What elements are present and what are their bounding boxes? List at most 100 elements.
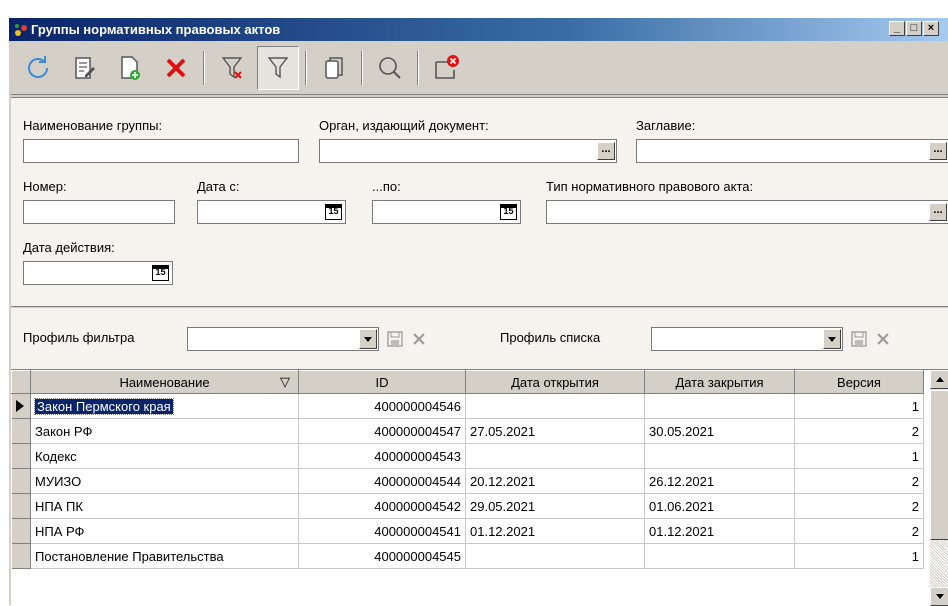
cell-open-date[interactable]: 20.12.2021 bbox=[465, 468, 645, 494]
title-input[interactable]: ... bbox=[636, 139, 948, 163]
cell-close-date[interactable] bbox=[644, 393, 795, 419]
delete-profile-icon[interactable] bbox=[412, 332, 426, 346]
cell-close-date[interactable]: 01.12.2021 bbox=[644, 518, 795, 544]
copy-button[interactable] bbox=[313, 46, 355, 90]
cell-id[interactable]: 400000004541 bbox=[298, 518, 466, 544]
cell-version[interactable]: 1 bbox=[794, 443, 924, 469]
dropdown-button[interactable] bbox=[823, 329, 841, 349]
column-header-open-date[interactable]: Дата открытия bbox=[465, 370, 645, 394]
cell-name[interactable]: Постановление Правительства bbox=[30, 543, 299, 569]
group-name-input[interactable] bbox=[23, 139, 299, 163]
cell-version[interactable]: 1 bbox=[794, 543, 924, 569]
title-select-button[interactable]: ... bbox=[929, 142, 947, 160]
delete-profile-icon[interactable] bbox=[876, 332, 890, 346]
scroll-up-button[interactable] bbox=[930, 370, 948, 389]
cell-id[interactable]: 400000004547 bbox=[298, 418, 466, 444]
close-button[interactable]: × bbox=[923, 21, 939, 36]
number-input[interactable] bbox=[23, 200, 175, 224]
date-from-input[interactable]: 15 bbox=[197, 200, 346, 224]
cell-open-date[interactable] bbox=[465, 443, 645, 469]
cell-version[interactable]: 2 bbox=[794, 468, 924, 494]
cell-close-date[interactable] bbox=[644, 443, 795, 469]
save-profile-icon[interactable] bbox=[851, 331, 867, 347]
table-row[interactable]: Кодекс 400000004543 1 bbox=[11, 443, 924, 469]
filter-profile-select[interactable] bbox=[187, 327, 379, 351]
cell-open-date[interactable] bbox=[465, 543, 645, 569]
table-row[interactable]: Закон Пермского края 400000004546 1 bbox=[11, 393, 924, 419]
cell-name-text: НПА РФ bbox=[35, 523, 85, 539]
vertical-scrollbar[interactable] bbox=[930, 370, 948, 606]
cell-version-text: 1 bbox=[911, 548, 919, 564]
cell-open-date[interactable]: 29.05.2021 bbox=[465, 493, 645, 519]
refresh-button[interactable] bbox=[17, 46, 59, 90]
save-profile-icon[interactable] bbox=[387, 331, 403, 347]
cell-open-date[interactable] bbox=[465, 393, 645, 419]
column-header-version[interactable]: Версия bbox=[794, 370, 924, 394]
cell-version[interactable]: 2 bbox=[794, 518, 924, 544]
cell-open-date[interactable]: 27.05.2021 bbox=[465, 418, 645, 444]
valid-date-input[interactable]: 15 bbox=[23, 261, 173, 285]
cell-name[interactable]: НПА РФ bbox=[30, 518, 299, 544]
cell-name[interactable]: Кодекс bbox=[30, 443, 299, 469]
cell-id[interactable]: 400000004546 bbox=[298, 393, 466, 419]
row-indicator[interactable] bbox=[11, 493, 31, 519]
delete-button[interactable] bbox=[155, 46, 197, 90]
clear-filter-icon bbox=[221, 57, 243, 79]
cell-id[interactable]: 400000004545 bbox=[298, 543, 466, 569]
close-window-button[interactable] bbox=[425, 46, 467, 90]
table-row[interactable]: НПА ПК 400000004542 29.05.2021 01.06.2021 2 bbox=[11, 493, 924, 519]
row-indicator[interactable] bbox=[11, 393, 31, 419]
table-row[interactable]: НПА РФ 400000004541 01.12.2021 01.12.2021 2 bbox=[11, 518, 924, 544]
cell-id[interactable]: 400000004544 bbox=[298, 468, 466, 494]
row-indicator[interactable] bbox=[11, 443, 31, 469]
cell-name[interactable]: Закон РФ bbox=[30, 418, 299, 444]
cell-id[interactable]: 400000004543 bbox=[298, 443, 466, 469]
cell-close-date[interactable]: 01.06.2021 bbox=[644, 493, 795, 519]
list-profile-select[interactable] bbox=[651, 327, 843, 351]
row-indicator[interactable] bbox=[11, 518, 31, 544]
cell-close-date[interactable]: 30.05.2021 bbox=[644, 418, 795, 444]
calendar-icon[interactable]: 15 bbox=[325, 204, 342, 220]
maximize-button[interactable]: □ bbox=[906, 21, 922, 36]
add-button[interactable] bbox=[109, 46, 151, 90]
scroll-down-button[interactable] bbox=[930, 587, 948, 606]
cell-id[interactable]: 400000004542 bbox=[298, 493, 466, 519]
group-name-label: Наименование группы: bbox=[23, 118, 163, 133]
column-header-id[interactable]: ID bbox=[298, 370, 466, 394]
filter-button[interactable] bbox=[257, 46, 299, 90]
cell-id-text: 400000004545 bbox=[374, 548, 461, 564]
cell-close-date[interactable]: 26.12.2021 bbox=[644, 468, 795, 494]
title-bar[interactable]: Группы нормативных правовых актов _ □ × bbox=[9, 18, 948, 41]
cell-version[interactable]: 1 bbox=[794, 393, 924, 419]
table-row[interactable]: МУИЗО 400000004544 20.12.2021 26.12.2021 2 bbox=[11, 468, 924, 494]
act-type-select-button[interactable]: ... bbox=[929, 203, 947, 221]
row-indicator[interactable] bbox=[11, 543, 31, 569]
table-row[interactable]: Закон РФ 400000004547 27.05.2021 30.05.2021… bbox=[11, 418, 924, 444]
search-button[interactable] bbox=[369, 46, 411, 90]
row-indicator[interactable] bbox=[11, 468, 31, 494]
issuer-select-button[interactable]: ... bbox=[597, 142, 615, 160]
column-header-close-date[interactable]: Дата закрытия bbox=[644, 370, 795, 394]
cell-open-date-text: 29.05.2021 bbox=[470, 498, 536, 514]
column-header-name[interactable]: Наименование ▽ bbox=[30, 370, 299, 394]
table-row[interactable]: Постановление Правительства 400000004545 1 bbox=[11, 543, 924, 569]
clear-filter-button[interactable] bbox=[211, 46, 253, 90]
calendar-icon[interactable]: 15 bbox=[500, 204, 517, 220]
cell-version[interactable]: 2 bbox=[794, 493, 924, 519]
date-to-input[interactable]: 15 bbox=[372, 200, 521, 224]
edit-button[interactable] bbox=[63, 46, 105, 90]
scroll-thumb[interactable] bbox=[930, 390, 948, 540]
row-indicator[interactable] bbox=[11, 418, 31, 444]
cell-open-date[interactable]: 01.12.2021 bbox=[465, 518, 645, 544]
cell-close-date[interactable] bbox=[644, 543, 795, 569]
act-type-input[interactable]: ... bbox=[546, 200, 948, 224]
cell-version[interactable]: 2 bbox=[794, 418, 924, 444]
cell-name[interactable]: Закон Пермского края bbox=[30, 393, 299, 419]
dropdown-button[interactable] bbox=[359, 329, 377, 349]
cell-id-text: 400000004542 bbox=[374, 498, 461, 514]
cell-name[interactable]: НПА ПК bbox=[30, 493, 299, 519]
calendar-icon[interactable]: 15 bbox=[152, 265, 169, 281]
cell-name[interactable]: МУИЗО bbox=[30, 468, 299, 494]
minimize-button[interactable]: _ bbox=[889, 21, 905, 36]
issuer-input[interactable]: ... bbox=[319, 139, 617, 163]
